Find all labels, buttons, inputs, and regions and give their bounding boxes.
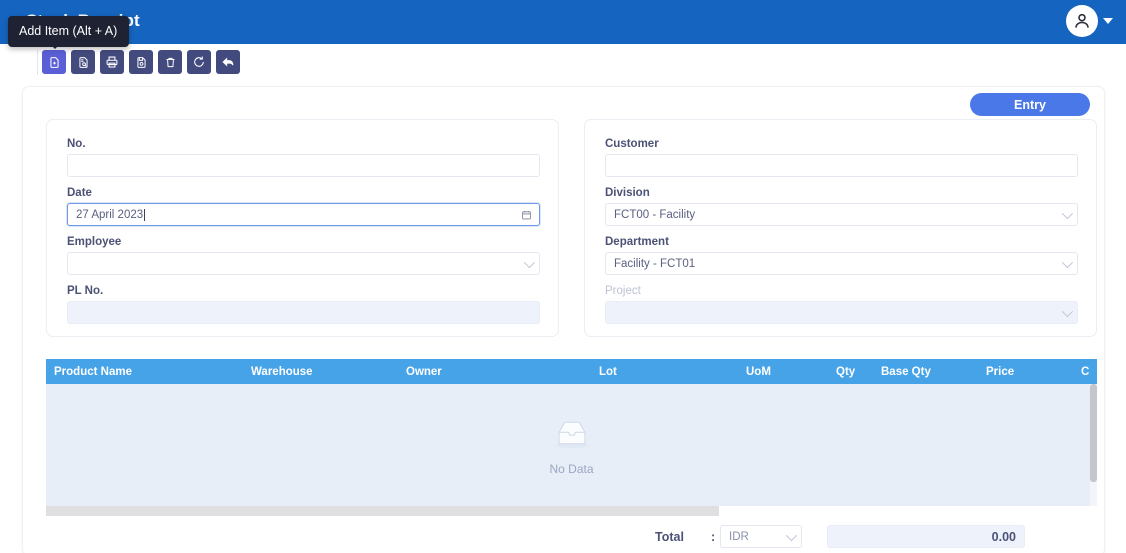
- form-panel-right: Customer Division FCT00 - Facility Depar…: [584, 119, 1097, 337]
- floppy-save-icon: [136, 56, 146, 68]
- department-field-value: Facility - FCT01: [614, 257, 696, 270]
- department-field-group: Department Facility - FCT01: [605, 236, 1078, 275]
- add-item-button[interactable]: [42, 50, 66, 74]
- division-field-label: Division: [605, 187, 650, 199]
- date-field-label: Date: [67, 187, 92, 199]
- project-field-group: Project: [605, 285, 1078, 324]
- chevron-down-icon[interactable]: [1061, 207, 1074, 219]
- column-header-warehouse[interactable]: Warehouse: [251, 366, 313, 378]
- chevron-down-icon[interactable]: [785, 529, 798, 541]
- tooltip-arrow: [49, 43, 61, 49]
- column-header-product-name[interactable]: Product Name: [54, 366, 132, 378]
- division-field-group: Division FCT00 - Facility: [605, 187, 1078, 226]
- division-field[interactable]: FCT00 - Facility: [605, 203, 1078, 226]
- table-body: No Data: [46, 384, 1097, 506]
- toolbar-divider: [37, 50, 38, 75]
- pl-no-field: [67, 301, 540, 324]
- content-card: Entry No. Date 27 April 2023 Employee PL…: [22, 86, 1105, 553]
- total-separator: :: [711, 530, 716, 544]
- print-button[interactable]: [100, 50, 124, 74]
- no-field-label: No.: [67, 138, 86, 150]
- table-header-row: Product Name Warehouse Owner Lot UoM Qty…: [46, 359, 1097, 384]
- table-horizontal-scrollbar-thumb[interactable]: [46, 506, 719, 516]
- division-field-value: FCT00 - Facility: [614, 208, 696, 221]
- pl-no-field-group: PL No.: [67, 285, 540, 324]
- column-header-owner[interactable]: Owner: [406, 366, 442, 378]
- refresh-ccw-icon: [194, 56, 204, 67]
- tooltip-text: Add Item (Alt + A): [19, 24, 118, 38]
- no-field-group: No.: [67, 138, 540, 177]
- date-field[interactable]: 27 April 2023: [67, 203, 540, 226]
- form-panel-left: No. Date 27 April 2023 Employee PL No.: [46, 119, 559, 337]
- column-header-cost[interactable]: C: [1081, 366, 1089, 378]
- total-amount-value: 0.00: [991, 529, 1016, 544]
- date-field-group: Date 27 April 2023: [67, 187, 540, 226]
- total-row: Total : IDR 0.00: [23, 525, 1104, 553]
- empty-state-text: No Data: [549, 461, 594, 476]
- department-field-label: Department: [605, 236, 669, 248]
- refresh-button[interactable]: [187, 50, 211, 74]
- document-search-icon: [78, 56, 88, 68]
- customer-field-label: Customer: [605, 138, 659, 150]
- department-field[interactable]: Facility - FCT01: [605, 252, 1078, 275]
- column-header-base-qty[interactable]: Base Qty: [881, 366, 931, 378]
- currency-select[interactable]: IDR: [720, 525, 802, 548]
- inbox-empty-icon: [549, 415, 595, 456]
- column-header-qty[interactable]: Qty: [836, 366, 855, 378]
- employee-field-label: Employee: [67, 236, 122, 248]
- pl-no-field-label: PL No.: [67, 285, 104, 297]
- tooltip: Add Item (Alt + A): [8, 16, 130, 47]
- document-add-icon: [49, 56, 59, 68]
- app-header: Stock Receipt: [0, 0, 1126, 44]
- customer-field-group: Customer: [605, 138, 1078, 177]
- total-label: Total: [655, 530, 684, 544]
- date-field-value: 27 April 2023: [76, 208, 144, 221]
- column-header-uom[interactable]: UoM: [746, 366, 771, 378]
- printer-icon: [106, 56, 118, 68]
- column-header-price[interactable]: Price: [986, 366, 1014, 378]
- arrow-back-icon: [222, 57, 234, 67]
- currency-value: IDR: [729, 530, 749, 543]
- avatar[interactable]: [1066, 5, 1098, 37]
- items-table: Product Name Warehouse Owner Lot UoM Qty…: [46, 359, 1097, 516]
- employee-field-group: Employee: [67, 236, 540, 275]
- customer-field[interactable]: [605, 154, 1078, 177]
- find-document-button[interactable]: [71, 50, 95, 74]
- chevron-down-icon[interactable]: [523, 256, 536, 268]
- chevron-down-icon[interactable]: [1061, 256, 1074, 268]
- chevron-down-icon: [1061, 305, 1074, 317]
- trash-icon: [165, 57, 175, 67]
- project-field-label: Project: [605, 285, 641, 297]
- user-icon: [1075, 13, 1089, 28]
- no-field[interactable]: [67, 154, 540, 177]
- delete-button[interactable]: [158, 50, 182, 74]
- calendar-icon[interactable]: [521, 209, 532, 220]
- total-amount-field: 0.00: [827, 525, 1025, 548]
- user-menu[interactable]: [1066, 5, 1113, 37]
- table-vertical-scrollbar-thumb[interactable]: [1090, 384, 1097, 482]
- chevron-down-icon[interactable]: [1103, 18, 1113, 24]
- project-field: [605, 301, 1078, 324]
- employee-field[interactable]: [67, 252, 540, 275]
- back-button[interactable]: [216, 50, 240, 74]
- app-root: Stock Receipt Add Item (Alt + A): [0, 0, 1126, 553]
- column-header-lot[interactable]: Lot: [599, 366, 617, 378]
- entry-button[interactable]: Entry: [970, 93, 1090, 116]
- save-button[interactable]: [129, 50, 153, 74]
